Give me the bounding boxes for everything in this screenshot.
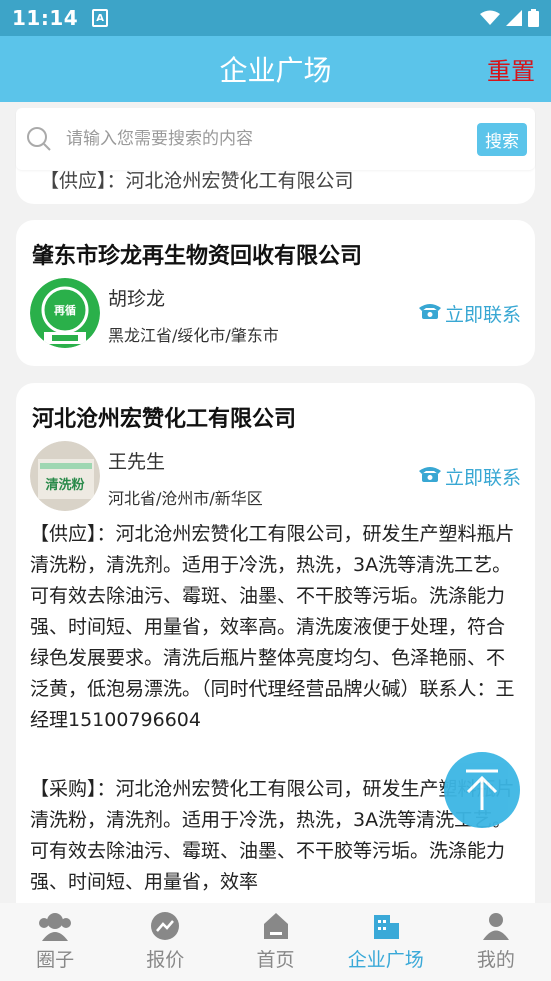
person-icon [482, 913, 509, 940]
battery-icon [528, 9, 539, 27]
tab-label: 企业广场 [347, 949, 424, 971]
status-time: 11:14 [12, 6, 79, 30]
company-logo: 再循 [30, 278, 100, 348]
contact-name: 胡珍龙 [108, 288, 166, 310]
tab-label: 圈子 [36, 949, 75, 971]
contact-now-button[interactable]: 立即联系 [417, 463, 521, 490]
arrow-up-icon [466, 769, 498, 810]
logo-text: 再循 [54, 303, 76, 317]
notification-icon: A [92, 9, 109, 27]
company-avatar: 清洗粉 [30, 441, 100, 511]
group-icon [39, 913, 72, 941]
tab-mine[interactable]: 我的 [441, 903, 551, 981]
search-button[interactable]: 搜索 [477, 122, 527, 156]
status-icons [480, 9, 539, 27]
search-icon [24, 124, 54, 154]
company-region: 河北省/沧州市/新华区 [108, 489, 263, 508]
building-icon [373, 915, 399, 939]
phone-icon [417, 465, 443, 488]
bottom-tab-bar: 圈子 报价 首页 企业广场 我的 [0, 903, 551, 981]
wifi-icon [480, 10, 500, 25]
previous-card-text-cut: 【供应】：河北沧州宏赞化工有限公司 [40, 170, 354, 192]
company-name: 肇东市珍龙再生物资回收有限公司 [32, 244, 363, 269]
title-bar: 企业广场 重置 [0, 36, 551, 102]
signal-icon [506, 10, 522, 26]
search-bar: 搜索 [16, 108, 535, 170]
phone-icon [417, 302, 443, 325]
supply-description: 【供应】：河北沧州宏赞化工有限公司，研发生产塑料瓶片清洗粉，清洗剂。适用于冷洗，… [30, 523, 515, 731]
home-icon [263, 913, 288, 939]
company-name: 河北沧州宏赞化工有限公司 [32, 407, 297, 432]
search-input[interactable] [66, 129, 477, 149]
tab-label: 报价 [146, 949, 185, 971]
tab-quote[interactable]: 报价 [110, 903, 220, 981]
tab-label: 我的 [476, 949, 515, 971]
tab-enterprise-square[interactable]: 企业广场 [331, 903, 441, 981]
page-title: 企业广场 [219, 54, 332, 87]
scroll-to-top-button[interactable] [444, 752, 520, 828]
contact-now-label: 立即联系 [444, 467, 521, 489]
company-region: 黑龙江省/绥化市/肇东市 [108, 326, 279, 345]
tab-label: 首页 [256, 949, 295, 971]
company-card[interactable]: 河北沧州宏赞化工有限公司 清洗粉 王先生 河北省/沧州市/新华区 立即联系 【供… [16, 383, 535, 913]
contact-now-button[interactable]: 立即联系 [417, 300, 521, 327]
contact-now-label: 立即联系 [444, 304, 521, 326]
reset-button[interactable]: 重置 [487, 52, 535, 87]
avatar-text: 清洗粉 [45, 477, 84, 493]
status-bar: 11:14 A [0, 0, 551, 36]
tab-home[interactable]: 首页 [220, 903, 330, 981]
contact-name: 王先生 [108, 451, 166, 473]
tab-circle[interactable]: 圈子 [0, 903, 110, 981]
company-card[interactable]: 肇东市珍龙再生物资回收有限公司 再循 胡珍龙 黑龙江省/绥化市/肇东市 立即联系 [16, 220, 535, 366]
trend-icon [151, 912, 180, 940]
